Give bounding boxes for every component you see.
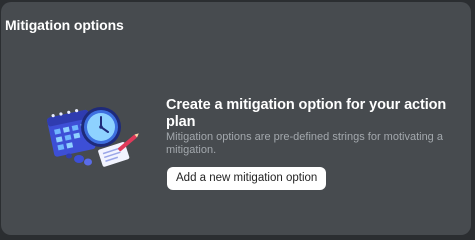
panel-title: Mitigation options (5, 17, 124, 33)
add-mitigation-option-button[interactable]: Add a new mitigation option (167, 167, 327, 190)
mitigation-options-panel: Mitigation options Create a mitigation o… (1, 2, 471, 235)
empty-state-title: Create a mitigation option for your acti… (166, 97, 447, 130)
empty-state-text: Create a mitigation option for your acti… (166, 97, 466, 157)
empty-state-description: Mitigation options are pre-defined strin… (166, 131, 443, 156)
calendar-clock-illustration-icon (45, 101, 145, 173)
